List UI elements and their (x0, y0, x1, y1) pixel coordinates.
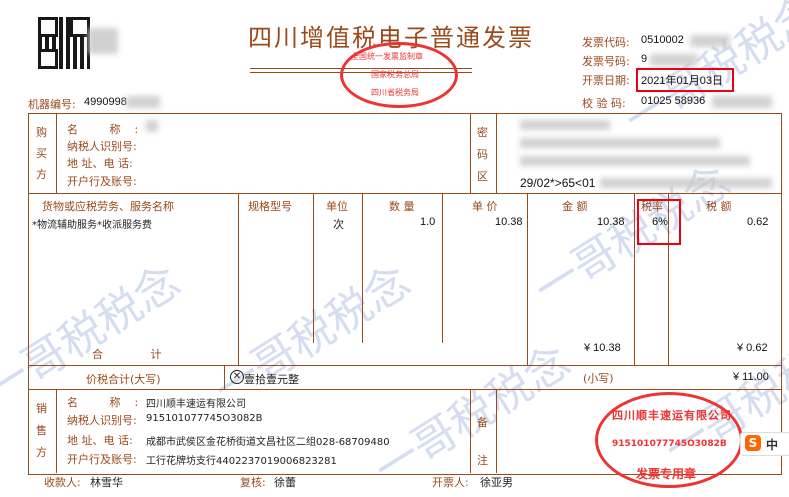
total-label: 价税合计(大写) (86, 373, 161, 386)
invoice-code-value: 0510002 (641, 34, 684, 46)
col-header-spec: 规格型号 (248, 200, 292, 213)
subtotal-label: 合 计 (92, 348, 184, 361)
invoice-number-label: 发票号码: (582, 55, 630, 68)
highlight-box-rate (637, 199, 681, 245)
cipher-side-label: 密码区 (477, 126, 488, 183)
seller-tax-value: 915101077745O3082B (146, 413, 263, 424)
total-lower-value: ¥ 11.00 (733, 371, 769, 383)
invoice-code-label: 发票代码: (582, 36, 630, 49)
seller-addr-label: 地 址、电 话: (67, 434, 133, 447)
buyer-name-label: 名 称: (67, 123, 153, 136)
total-lower-label: (小写) (583, 372, 614, 385)
seller-side-label: 销售方 (36, 402, 47, 459)
subtotal-tax: ¥ 0.62 (737, 342, 768, 354)
ime-indicator[interactable]: S 中 (740, 432, 789, 456)
qr-code (38, 17, 90, 69)
payee-label: 收款人: (44, 476, 81, 489)
total-upper: 壹拾壹元整 (244, 373, 299, 386)
buyer-bank-label: 开户行及账号: (67, 175, 137, 188)
seller-bank-label: 开户行及账号: (67, 453, 137, 466)
col-header-price: 单 价 (472, 200, 498, 213)
supervision-seal: 全国统一发票监制章 国家税务总局 四川省税务局 (340, 42, 458, 108)
item-qty: 1.0 (420, 216, 436, 228)
item-name: *物流辅助服务*收派服务费 (32, 220, 152, 231)
issue-date-label: 开票日期: (582, 74, 630, 87)
seller-bank-value: 工行花牌坊支行4402237019006823281 (146, 456, 337, 467)
subtotal-amount: ¥ 10.38 (584, 342, 621, 354)
sogou-s-icon: S (745, 435, 761, 451)
item-unit: 次 (333, 218, 344, 231)
item-price: 10.38 (495, 216, 523, 228)
col-header-qty: 数 量 (389, 200, 415, 213)
col-header-name: 货物或应税劳务、服务名称 (42, 200, 174, 213)
drawer-label: 开票人: (432, 476, 469, 489)
item-amount: 10.38 (597, 216, 625, 228)
buyer-addr-label: 地 址、电 话: (67, 157, 133, 170)
seller-addr-value: 成都市武侯区金花桥街道文昌社区二组028-68709480 (146, 437, 390, 448)
machine-number-value: 4990998 (84, 96, 127, 108)
invoice-number-value: 9 (641, 53, 648, 65)
col-header-unit: 单位 (326, 200, 348, 213)
col-header-amount: 金 额 (562, 200, 588, 213)
item-tax: 0.62 (747, 216, 769, 228)
seller-name-value: 四川顺丰速运有限公司 (146, 399, 246, 410)
seller-invoice-seal: 四川顺丰速运有限公司 915101077745O3082B 发票专用章 (595, 392, 743, 488)
payee-value: 林雪华 (90, 476, 123, 489)
reviewer-label: 复核: (240, 476, 266, 489)
ime-language: 中 (766, 438, 779, 452)
cipher-line: 29/02*>65<01 (520, 176, 596, 190)
seller-name-label: 名 称: (67, 396, 153, 409)
check-code-value: 01025 58936 (641, 95, 706, 107)
buyer-side-label: 购买方 (36, 126, 47, 181)
machine-number-label: 机器编号: (28, 98, 76, 111)
highlight-box-date (636, 68, 734, 92)
col-header-tax: 税 额 (706, 200, 732, 213)
buyer-tax-label: 纳税人识别号: (67, 140, 137, 153)
drawer-value: 徐亚男 (480, 476, 513, 489)
check-code-label: 校 验 码: (582, 97, 626, 110)
remark-side-label: 备注 (477, 416, 488, 467)
cross-circle-icon: ✕ (230, 370, 244, 384)
seller-tax-label: 纳税人识别号: (67, 414, 137, 427)
reviewer-value: 徐蕾 (274, 476, 296, 489)
